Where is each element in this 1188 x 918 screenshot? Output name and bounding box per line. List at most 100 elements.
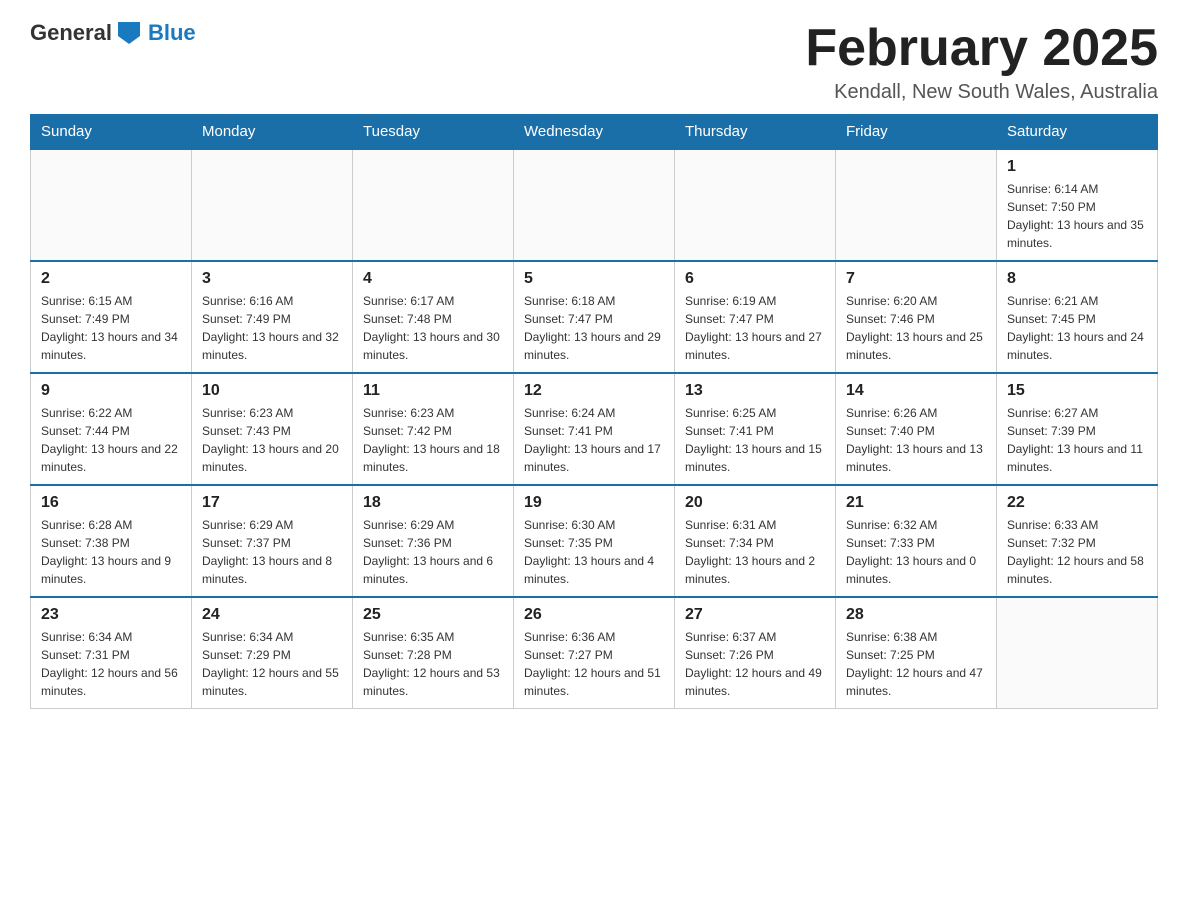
day-info: Sunrise: 6:19 AM Sunset: 7:47 PM Dayligh…	[685, 292, 825, 364]
calendar-week-row: 9 Sunrise: 6:22 AM Sunset: 7:44 PM Daylig…	[31, 373, 1158, 485]
day-info: Sunrise: 6:23 AM Sunset: 7:43 PM Dayligh…	[202, 404, 342, 476]
calendar-day-cell: 12 Sunrise: 6:24 AM Sunset: 7:41 PM Dayli…	[514, 373, 675, 485]
calendar-header-tuesday: Tuesday	[353, 115, 514, 150]
location-title: Kendall, New South Wales, Australia	[805, 81, 1158, 104]
calendar-day-cell: 16 Sunrise: 6:28 AM Sunset: 7:38 PM Dayli…	[31, 485, 192, 597]
day-number: 12	[524, 382, 664, 400]
calendar-week-row: 16 Sunrise: 6:28 AM Sunset: 7:38 PM Dayli…	[31, 485, 1158, 597]
day-info: Sunrise: 6:23 AM Sunset: 7:42 PM Dayligh…	[363, 404, 503, 476]
calendar-header-saturday: Saturday	[997, 115, 1158, 150]
day-info: Sunrise: 6:25 AM Sunset: 7:41 PM Dayligh…	[685, 404, 825, 476]
calendar-day-cell: 19 Sunrise: 6:30 AM Sunset: 7:35 PM Dayli…	[514, 485, 675, 597]
day-info: Sunrise: 6:30 AM Sunset: 7:35 PM Dayligh…	[524, 516, 664, 588]
day-number: 1	[1007, 158, 1147, 176]
calendar-week-row: 2 Sunrise: 6:15 AM Sunset: 7:49 PM Daylig…	[31, 261, 1158, 373]
day-info: Sunrise: 6:20 AM Sunset: 7:46 PM Dayligh…	[846, 292, 986, 364]
calendar-day-cell: 23Sunrise: 6:34 AM Sunset: 7:31 PM Dayli…	[31, 597, 192, 709]
calendar-header-row: SundayMondayTuesdayWednesdayThursdayFrid…	[31, 115, 1158, 150]
day-number: 17	[202, 494, 342, 512]
calendar-day-cell: 18Sunrise: 6:29 AM Sunset: 7:36 PM Dayli…	[353, 485, 514, 597]
day-number: 21	[846, 494, 986, 512]
day-info: Sunrise: 6:15 AM Sunset: 7:49 PM Dayligh…	[41, 292, 181, 364]
calendar-day-cell: 22 Sunrise: 6:33 AM Sunset: 7:32 PM Dayli…	[997, 485, 1158, 597]
day-number: 13	[685, 382, 825, 400]
day-info: Sunrise: 6:17 AM Sunset: 7:48 PM Dayligh…	[363, 292, 503, 364]
calendar-day-cell: 6 Sunrise: 6:19 AM Sunset: 7:47 PM Daylig…	[675, 261, 836, 373]
calendar-day-cell	[997, 597, 1158, 709]
day-number: 9	[41, 382, 181, 400]
calendar-day-cell: 26 Sunrise: 6:36 AM Sunset: 7:27 PM Dayli…	[514, 597, 675, 709]
logo: General Blue	[30, 20, 196, 46]
day-info: Sunrise: 6:28 AM Sunset: 7:38 PM Dayligh…	[41, 516, 181, 588]
day-number: 14	[846, 382, 986, 400]
day-info: Sunrise: 6:27 AM Sunset: 7:39 PM Dayligh…	[1007, 404, 1147, 476]
calendar-day-cell: 11 Sunrise: 6:23 AM Sunset: 7:42 PM Dayli…	[353, 373, 514, 485]
calendar-day-cell: 10Sunrise: 6:23 AM Sunset: 7:43 PM Dayli…	[192, 373, 353, 485]
calendar-day-cell: 28 Sunrise: 6:38 AM Sunset: 7:25 PM Dayli…	[836, 597, 997, 709]
calendar-header-thursday: Thursday	[675, 115, 836, 150]
day-number: 4	[363, 270, 503, 288]
day-number: 18	[363, 494, 503, 512]
day-number: 20	[685, 494, 825, 512]
day-info: Sunrise: 6:14 AM Sunset: 7:50 PM Dayligh…	[1007, 180, 1147, 252]
calendar-table: SundayMondayTuesdayWednesdayThursdayFrid…	[30, 114, 1158, 709]
title-block: February 2025 Kendall, New South Wales, …	[805, 20, 1158, 104]
calendar-day-cell	[192, 149, 353, 261]
day-number: 19	[524, 494, 664, 512]
day-info: Sunrise: 6:32 AM Sunset: 7:33 PM Dayligh…	[846, 516, 986, 588]
calendar-day-cell: 7 Sunrise: 6:20 AM Sunset: 7:46 PM Daylig…	[836, 261, 997, 373]
day-number: 7	[846, 270, 986, 288]
calendar-day-cell	[836, 149, 997, 261]
calendar-day-cell	[514, 149, 675, 261]
day-number: 22	[1007, 494, 1147, 512]
calendar-day-cell: 5 Sunrise: 6:18 AM Sunset: 7:47 PM Daylig…	[514, 261, 675, 373]
logo-icon	[118, 22, 140, 44]
calendar-day-cell: 4 Sunrise: 6:17 AM Sunset: 7:48 PM Daylig…	[353, 261, 514, 373]
day-number: 6	[685, 270, 825, 288]
day-number: 25	[363, 606, 503, 624]
day-info: Sunrise: 6:38 AM Sunset: 7:25 PM Dayligh…	[846, 628, 986, 700]
calendar-day-cell: 13 Sunrise: 6:25 AM Sunset: 7:41 PM Dayli…	[675, 373, 836, 485]
day-info: Sunrise: 6:22 AM Sunset: 7:44 PM Dayligh…	[41, 404, 181, 476]
day-number: 8	[1007, 270, 1147, 288]
day-info: Sunrise: 6:26 AM Sunset: 7:40 PM Dayligh…	[846, 404, 986, 476]
calendar-header-sunday: Sunday	[31, 115, 192, 150]
day-info: Sunrise: 6:37 AM Sunset: 7:26 PM Dayligh…	[685, 628, 825, 700]
calendar-day-cell: 24Sunrise: 6:34 AM Sunset: 7:29 PM Dayli…	[192, 597, 353, 709]
calendar-day-cell: 27Sunrise: 6:37 AM Sunset: 7:26 PM Dayli…	[675, 597, 836, 709]
day-number: 2	[41, 270, 181, 288]
day-number: 3	[202, 270, 342, 288]
day-info: Sunrise: 6:33 AM Sunset: 7:32 PM Dayligh…	[1007, 516, 1147, 588]
day-number: 15	[1007, 382, 1147, 400]
day-number: 28	[846, 606, 986, 624]
day-number: 11	[363, 382, 503, 400]
calendar-day-cell: 17Sunrise: 6:29 AM Sunset: 7:37 PM Dayli…	[192, 485, 353, 597]
calendar-header-friday: Friday	[836, 115, 997, 150]
day-info: Sunrise: 6:16 AM Sunset: 7:49 PM Dayligh…	[202, 292, 342, 364]
calendar-header-wednesday: Wednesday	[514, 115, 675, 150]
calendar-day-cell: 21 Sunrise: 6:32 AM Sunset: 7:33 PM Dayli…	[836, 485, 997, 597]
calendar-header-monday: Monday	[192, 115, 353, 150]
calendar-day-cell: 9 Sunrise: 6:22 AM Sunset: 7:44 PM Daylig…	[31, 373, 192, 485]
calendar-day-cell	[353, 149, 514, 261]
day-info: Sunrise: 6:21 AM Sunset: 7:45 PM Dayligh…	[1007, 292, 1147, 364]
day-number: 16	[41, 494, 181, 512]
calendar-day-cell	[675, 149, 836, 261]
day-info: Sunrise: 6:34 AM Sunset: 7:31 PM Dayligh…	[41, 628, 181, 700]
calendar-day-cell: 2 Sunrise: 6:15 AM Sunset: 7:49 PM Daylig…	[31, 261, 192, 373]
calendar-week-row: 1 Sunrise: 6:14 AM Sunset: 7:50 PM Daylig…	[31, 149, 1158, 261]
calendar-day-cell: 15 Sunrise: 6:27 AM Sunset: 7:39 PM Dayli…	[997, 373, 1158, 485]
day-info: Sunrise: 6:24 AM Sunset: 7:41 PM Dayligh…	[524, 404, 664, 476]
day-number: 5	[524, 270, 664, 288]
calendar-day-cell: 25 Sunrise: 6:35 AM Sunset: 7:28 PM Dayli…	[353, 597, 514, 709]
day-number: 26	[524, 606, 664, 624]
calendar-day-cell	[31, 149, 192, 261]
month-title: February 2025	[805, 20, 1158, 77]
day-info: Sunrise: 6:35 AM Sunset: 7:28 PM Dayligh…	[363, 628, 503, 700]
calendar-day-cell: 8 Sunrise: 6:21 AM Sunset: 7:45 PM Daylig…	[997, 261, 1158, 373]
day-info: Sunrise: 6:18 AM Sunset: 7:47 PM Dayligh…	[524, 292, 664, 364]
logo-text-blue: Blue	[148, 20, 196, 46]
day-info: Sunrise: 6:36 AM Sunset: 7:27 PM Dayligh…	[524, 628, 664, 700]
calendar-day-cell: 14 Sunrise: 6:26 AM Sunset: 7:40 PM Dayli…	[836, 373, 997, 485]
day-info: Sunrise: 6:31 AM Sunset: 7:34 PM Dayligh…	[685, 516, 825, 588]
